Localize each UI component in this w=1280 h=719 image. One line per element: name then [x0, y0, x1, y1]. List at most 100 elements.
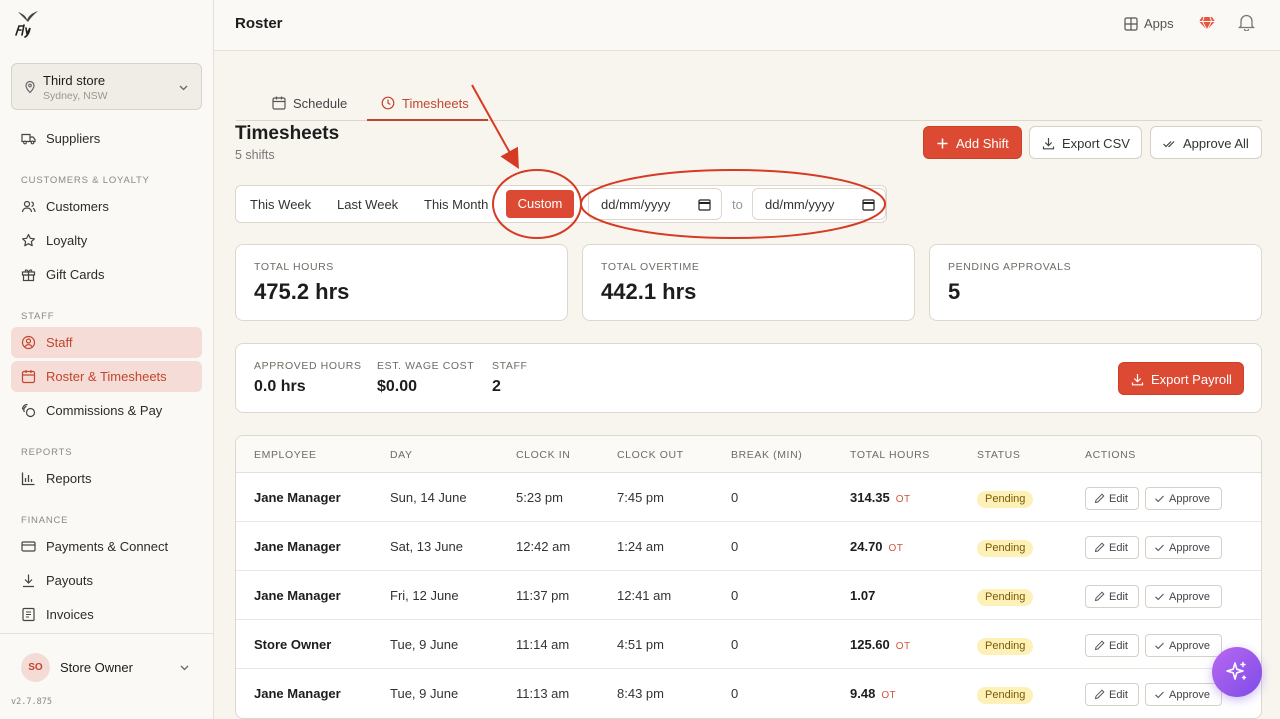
sidebar-item-staff[interactable]: Staff	[11, 327, 202, 358]
edit-button[interactable]: Edit	[1085, 487, 1139, 510]
filter-last-week[interactable]: Last Week	[337, 197, 398, 212]
sidebar-item-suppliers[interactable]: Suppliers	[11, 123, 202, 154]
coins-icon	[21, 403, 36, 418]
total-hours: 314.35 OT	[850, 490, 910, 505]
filter-this-week[interactable]: This Week	[250, 197, 311, 212]
section-title: CUSTOMERS & LOYALTY	[21, 175, 150, 186]
date-filter-bar: This Week Last Week This Month Custom dd…	[235, 185, 887, 223]
apps-label: Apps	[1144, 16, 1174, 31]
check-icon	[1155, 642, 1164, 650]
date-range-separator: to	[732, 197, 743, 212]
table-row: Jane Manager Fri, 12 June 11:37 pm 12:41…	[236, 571, 1261, 620]
filter-custom[interactable]: Custom	[506, 190, 574, 218]
column-header: TOTAL HOURS	[850, 449, 930, 461]
date-to-input[interactable]: dd/mm/yyyy	[752, 188, 886, 220]
overtime-badge: OT	[888, 543, 904, 554]
receipt-icon	[22, 607, 35, 622]
edit-label: Edit	[1109, 640, 1128, 652]
overtime-badge: OT	[895, 494, 911, 505]
section-title: REPORTS	[21, 447, 73, 458]
approve-all-button[interactable]: Approve All	[1150, 126, 1262, 159]
approve-label: Approve	[1169, 493, 1210, 505]
fly-logo-icon[interactable]	[12, 8, 42, 38]
summary-label: APPROVED HOURS	[254, 360, 362, 372]
star-icon	[22, 233, 35, 247]
gem-icon[interactable]	[1198, 14, 1216, 32]
edit-button[interactable]: Edit	[1085, 536, 1139, 559]
export-csv-button[interactable]: Export CSV	[1029, 126, 1142, 159]
stat-value: 5	[948, 279, 961, 304]
clock-in: 11:13 am	[516, 686, 570, 701]
download-icon	[1042, 138, 1055, 150]
employee-name: Jane Manager	[254, 686, 341, 701]
ai-assistant-button[interactable]	[1212, 647, 1262, 697]
gift-icon	[21, 269, 36, 282]
map-pin-icon	[25, 80, 35, 94]
status-badge: Pending	[977, 491, 1034, 508]
edit-label: Edit	[1109, 493, 1128, 505]
sidebar-item-label: Gift Cards	[46, 267, 105, 282]
tab-label: Timesheets	[402, 96, 469, 111]
sidebar-item-invoices[interactable]: Invoices	[11, 599, 202, 630]
avatar: SO	[21, 653, 50, 682]
approve-button[interactable]: Approve	[1145, 634, 1222, 657]
total-hours-value: 9.48	[850, 686, 876, 701]
sidebar-item-label: Loyalty	[46, 233, 88, 248]
sidebar-item-payments-connect[interactable]: Payments & Connect	[11, 531, 202, 562]
employee-name: Jane Manager	[254, 539, 341, 554]
filter-this-month[interactable]: This Month	[424, 197, 488, 212]
sidebar-item-gift-cards[interactable]: Gift Cards	[11, 259, 202, 290]
sidebar-item-loyalty[interactable]: Loyalty	[11, 225, 202, 256]
add-shift-button[interactable]: Add Shift	[923, 126, 1022, 159]
clock-in: 11:14 am	[516, 637, 570, 652]
tab-label: Schedule	[293, 96, 348, 111]
edit-button[interactable]: Edit	[1085, 634, 1139, 657]
approve-button[interactable]: Approve	[1145, 683, 1222, 706]
sidebar-item-reports[interactable]: Reports	[11, 463, 202, 494]
page-title: Timesheets	[235, 123, 340, 144]
sparkles-icon	[1226, 661, 1247, 680]
stat-label: PENDING APPROVALS	[948, 261, 1072, 273]
approve-button[interactable]: Approve	[1145, 536, 1222, 559]
total-hours-value: 1.07	[850, 588, 876, 603]
sidebar-item-commissions-pay[interactable]: Commissions & Pay	[11, 395, 202, 426]
section-title: STAFF	[21, 311, 55, 322]
clock-in: 11:37 pm	[516, 588, 570, 603]
add-shift-label: Add Shift	[956, 136, 1009, 151]
shift-count: 5 shifts	[235, 148, 275, 162]
sidebar-item-customers[interactable]: Customers	[11, 191, 202, 222]
date-from-input[interactable]: dd/mm/yyyy	[588, 188, 722, 220]
user-menu[interactable]: SO Store Owner v2.7.875	[0, 633, 214, 719]
shift-day: Tue, 9 June	[390, 637, 459, 652]
stat-card-pending-approvals: PENDING APPROVALS 5	[929, 244, 1262, 321]
stat-value: 442.1 hrs	[601, 279, 697, 304]
shift-day: Sun, 14 June	[390, 490, 467, 505]
column-header: CLOCK OUT	[617, 449, 684, 461]
total-hours-value: 314.35	[850, 490, 890, 505]
sidebar-item-label: Roster & Timesheets	[46, 369, 167, 384]
sidebar-item-payouts[interactable]: Payouts	[11, 565, 202, 596]
bell-icon[interactable]	[1238, 13, 1255, 31]
check-icon	[1155, 495, 1164, 503]
column-header: ACTIONS	[1085, 449, 1136, 461]
approve-label: Approve	[1169, 640, 1210, 652]
approve-button[interactable]: Approve	[1145, 585, 1222, 608]
total-hours: 1.07	[850, 588, 875, 603]
date-from-value: dd/mm/yyyy	[601, 197, 671, 212]
approve-button[interactable]: Approve	[1145, 487, 1222, 510]
column-header: CLOCK IN	[516, 449, 571, 461]
sidebar-item-roster-timesheets[interactable]: Roster & Timesheets	[11, 361, 202, 392]
calendar-icon	[21, 370, 36, 384]
sidebar: Third store Sydney, NSW Suppliers CUSTOM…	[0, 0, 214, 719]
approve-label: Approve	[1169, 689, 1210, 701]
sidebar-item-label: Staff	[46, 335, 73, 350]
export-payroll-button[interactable]: Export Payroll	[1118, 362, 1244, 395]
total-hours: 24.70 OT	[850, 539, 903, 554]
overtime-badge: OT	[895, 641, 911, 652]
check-icon	[1155, 691, 1164, 699]
store-selector[interactable]: Third store Sydney, NSW	[11, 63, 202, 110]
edit-button[interactable]: Edit	[1085, 683, 1139, 706]
tab-timesheets[interactable]: Timesheets	[367, 86, 488, 121]
break-minutes: 0	[731, 539, 739, 554]
edit-button[interactable]: Edit	[1085, 585, 1139, 608]
